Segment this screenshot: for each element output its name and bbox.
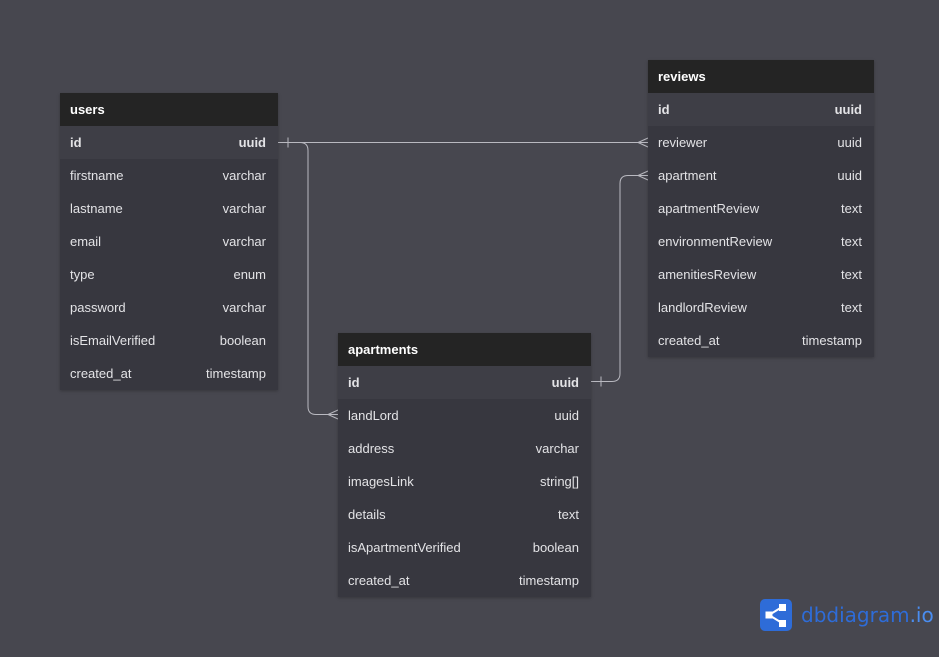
field-row[interactable]: reviewer uuid xyxy=(648,126,874,159)
field-name: apartment xyxy=(658,168,717,183)
field-name: isEmailVerified xyxy=(70,333,156,348)
field-type: timestamp xyxy=(206,366,266,381)
relation-apartments-reviews[interactable] xyxy=(591,170,649,387)
diagram-canvas[interactable]: users id uuid firstname varchar lastname va… xyxy=(0,0,939,657)
field-type: string[] xyxy=(539,474,579,489)
field-type: text xyxy=(841,234,862,249)
field-row[interactable]: created_at timestamp xyxy=(60,357,278,390)
field-row[interactable]: created_at timestamp xyxy=(648,324,874,357)
field-row[interactable]: id uuid xyxy=(648,93,874,126)
field-type: timestamp xyxy=(802,333,862,348)
brand-watermark[interactable]: dbdiagram.io xyxy=(760,598,934,631)
field-type: text xyxy=(558,507,579,522)
field-row[interactable]: email varchar xyxy=(60,225,278,258)
table-users[interactable]: users id uuid firstname varchar lastname va… xyxy=(60,93,278,390)
field-type: varchar xyxy=(535,441,579,456)
field-row[interactable]: id uuid xyxy=(338,366,591,399)
field-type: uuid xyxy=(554,408,579,423)
field-row[interactable]: landLord uuid xyxy=(338,399,591,432)
field-list: id uuid reviewer uuid apartment uuid apartm… xyxy=(648,93,874,357)
table-header[interactable]: users xyxy=(60,93,278,126)
field-name: id xyxy=(70,135,82,150)
field-row[interactable]: amenitiesReview text xyxy=(648,258,874,291)
brand-name-text: dbdiagram xyxy=(801,602,910,627)
relation-users-apartments[interactable] xyxy=(278,142,339,420)
field-name: imagesLink xyxy=(348,474,414,489)
field-row[interactable]: password varchar xyxy=(60,291,278,324)
field-type: varchar xyxy=(222,300,266,315)
brand-tld: .io xyxy=(909,602,934,627)
field-type: boolean xyxy=(219,333,266,348)
field-name: created_at xyxy=(348,573,410,588)
field-name: created_at xyxy=(658,333,720,348)
field-row[interactable]: environmentReview text xyxy=(648,225,874,258)
field-name: type xyxy=(70,267,95,282)
relation-users-reviews[interactable] xyxy=(278,137,649,148)
field-type: varchar xyxy=(222,168,266,183)
field-type: boolean xyxy=(532,540,579,555)
many-marker xyxy=(636,137,649,148)
field-type: text xyxy=(841,267,862,282)
field-type: enum xyxy=(233,267,266,282)
field-name: amenitiesReview xyxy=(658,267,757,282)
table-apartments[interactable]: apartments id uuid landLord uuid address va… xyxy=(338,333,591,597)
field-name: email xyxy=(70,234,102,249)
field-row[interactable]: lastname varchar xyxy=(60,192,278,225)
field-row[interactable]: id uuid xyxy=(60,126,278,159)
field-row[interactable]: firstname varchar xyxy=(60,159,278,192)
field-name: id xyxy=(658,102,670,117)
table-header[interactable]: reviews xyxy=(648,60,874,93)
field-row[interactable]: apartmentReview text xyxy=(648,192,874,225)
field-type: timestamp xyxy=(519,573,579,588)
field-row[interactable]: isApartmentVerified boolean xyxy=(338,531,591,564)
field-row[interactable]: apartment uuid xyxy=(648,159,874,192)
field-row[interactable]: address varchar xyxy=(338,432,591,465)
field-row[interactable]: landlordReview text xyxy=(648,291,874,324)
field-name: lastname xyxy=(70,201,123,216)
field-type: varchar xyxy=(222,201,266,216)
field-name: apartmentReview xyxy=(658,201,760,216)
field-name: isApartmentVerified xyxy=(348,540,461,555)
many-marker xyxy=(636,170,649,181)
field-type: uuid xyxy=(238,135,266,150)
field-name: reviewer xyxy=(658,135,708,150)
many-marker xyxy=(326,409,339,420)
field-type: uuid xyxy=(551,375,579,390)
field-name: address xyxy=(348,441,395,456)
field-name: created_at xyxy=(70,366,132,381)
share-nodes-icon xyxy=(760,598,792,631)
table-reviews[interactable]: reviews id uuid reviewer uuid apartment uui… xyxy=(648,60,874,357)
field-type: uuid xyxy=(837,135,862,150)
field-row[interactable]: created_at timestamp xyxy=(338,564,591,597)
field-type: text xyxy=(841,300,862,315)
field-type: uuid xyxy=(837,168,862,183)
field-type: varchar xyxy=(222,234,266,249)
field-name: password xyxy=(70,300,126,315)
field-list: id uuid firstname varchar lastname varchar … xyxy=(60,126,278,390)
field-type: uuid xyxy=(834,102,862,117)
field-name: details xyxy=(348,507,386,522)
field-row[interactable]: imagesLink string[] xyxy=(338,465,591,498)
field-row[interactable]: isEmailVerified boolean xyxy=(60,324,278,357)
field-row[interactable]: type enum xyxy=(60,258,278,291)
field-name: environmentReview xyxy=(658,234,773,249)
field-name: landLord xyxy=(348,408,399,423)
field-list: id uuid landLord uuid address varchar image… xyxy=(338,366,591,597)
brand-name: dbdiagram.io xyxy=(801,603,934,627)
field-row[interactable]: details text xyxy=(338,498,591,531)
field-type: text xyxy=(841,201,862,216)
field-name: firstname xyxy=(70,168,124,183)
field-name: landlordReview xyxy=(658,300,747,315)
field-name: id xyxy=(348,375,360,390)
table-header[interactable]: apartments xyxy=(338,333,591,366)
